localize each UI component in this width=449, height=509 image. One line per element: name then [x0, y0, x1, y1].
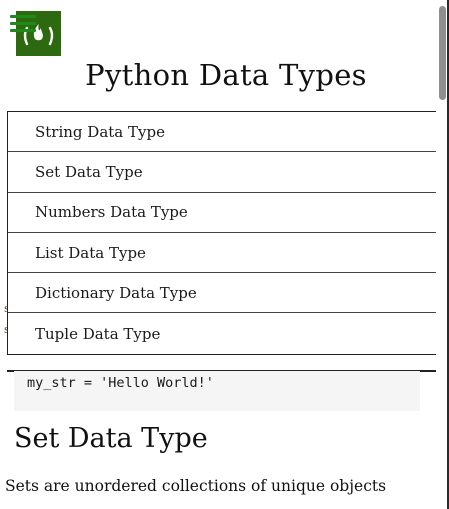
nav-item-label: Tuple Data Type: [35, 324, 161, 343]
section-paragraph: Sets are unordered collections of unique…: [5, 477, 387, 495]
hamburger-menu-icon[interactable]: [10, 13, 36, 33]
nav-item-list-data-type[interactable]: List Data Type: [8, 233, 438, 274]
nav-item-label: Numbers Data Type: [35, 203, 188, 222]
nav-item-set-data-type[interactable]: Set Data Type: [8, 152, 438, 193]
menu-bar: [10, 22, 36, 25]
nav-item-dictionary-data-type[interactable]: Dictionary Data Type: [8, 273, 438, 314]
nav-menu: String Data Type Set Data Type Numbers D…: [7, 111, 438, 355]
nav-item-label: String Data Type: [35, 122, 165, 141]
nav-item-string-data-type[interactable]: String Data Type: [8, 112, 438, 153]
nav-item-label: Dictionary Data Type: [35, 283, 197, 302]
menu-bar: [10, 29, 36, 32]
page: Python Data Types s s String Data Type S…: [0, 0, 449, 509]
code-block: my_str = 'Hello World!': [14, 371, 420, 411]
nav-item-numbers-data-type[interactable]: Numbers Data Type: [8, 193, 438, 233]
menu-bar: [10, 15, 36, 18]
page-title: Python Data Types: [85, 58, 367, 92]
scrollbar-thumb[interactable]: [439, 6, 446, 100]
nav-item-tuple-data-type[interactable]: Tuple Data Type: [8, 313, 438, 353]
section-heading: Set Data Type: [14, 423, 208, 454]
nav-item-label: List Data Type: [35, 243, 146, 262]
nav-item-label: Set Data Type: [35, 162, 143, 181]
